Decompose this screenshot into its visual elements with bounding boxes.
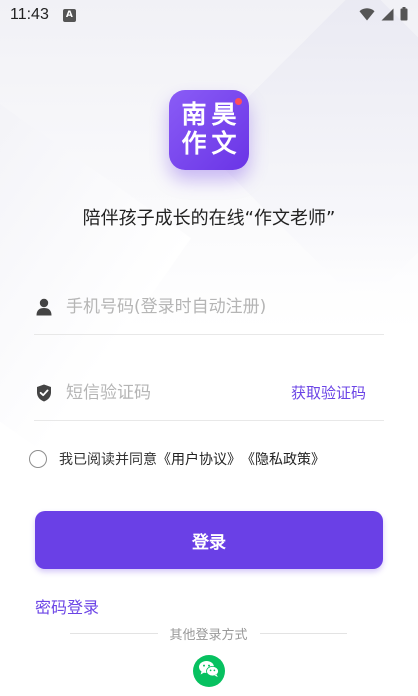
- agreement-row: 我已阅读并同意 《用户协议》 《隐私政策》: [29, 449, 325, 469]
- status-bar: 11:43 A: [0, 0, 418, 30]
- user-icon: [34, 297, 54, 317]
- wifi-icon: [359, 6, 375, 25]
- logo-char: 文: [211, 129, 237, 158]
- logo-char: 南: [181, 100, 207, 129]
- agreement-text: 我已阅读并同意: [59, 452, 157, 468]
- user-agreement-link[interactable]: 《用户协议》: [157, 449, 241, 469]
- login-button[interactable]: 登录: [35, 511, 383, 569]
- sms-code-field: 获取验证码: [34, 365, 384, 421]
- wechat-login-button[interactable]: [193, 655, 225, 687]
- shield-icon: [34, 383, 54, 403]
- phone-field: [34, 279, 384, 335]
- signal-icon: [381, 6, 394, 25]
- status-time: 11:43: [10, 6, 49, 23]
- system-icons: [359, 6, 408, 25]
- logo-red-dot: [235, 98, 242, 105]
- privacy-policy-link[interactable]: 《隐私政策》: [241, 449, 325, 469]
- battery-icon: [400, 6, 408, 25]
- other-login-label: 其他登录方式: [169, 628, 248, 643]
- phone-input[interactable]: [66, 296, 384, 317]
- sms-code-input[interactable]: [66, 382, 291, 403]
- divider-line: [70, 633, 158, 634]
- slogan: 陪伴孩子成长的在线“作文老师”: [82, 208, 336, 229]
- wechat-icon: [198, 660, 220, 682]
- agreement-checkbox[interactable]: [29, 450, 47, 468]
- logo-char: 昊: [211, 100, 237, 129]
- notification-badge: A: [62, 8, 76, 22]
- app-logo: 南 昊 作 文: [169, 90, 249, 170]
- logo-char: 作: [181, 129, 207, 158]
- divider-line: [259, 633, 348, 634]
- get-code-button[interactable]: 获取验证码: [291, 382, 366, 403]
- password-login-link[interactable]: 密码登录: [35, 594, 99, 618]
- other-login-divider: 其他登录方式: [70, 624, 348, 643]
